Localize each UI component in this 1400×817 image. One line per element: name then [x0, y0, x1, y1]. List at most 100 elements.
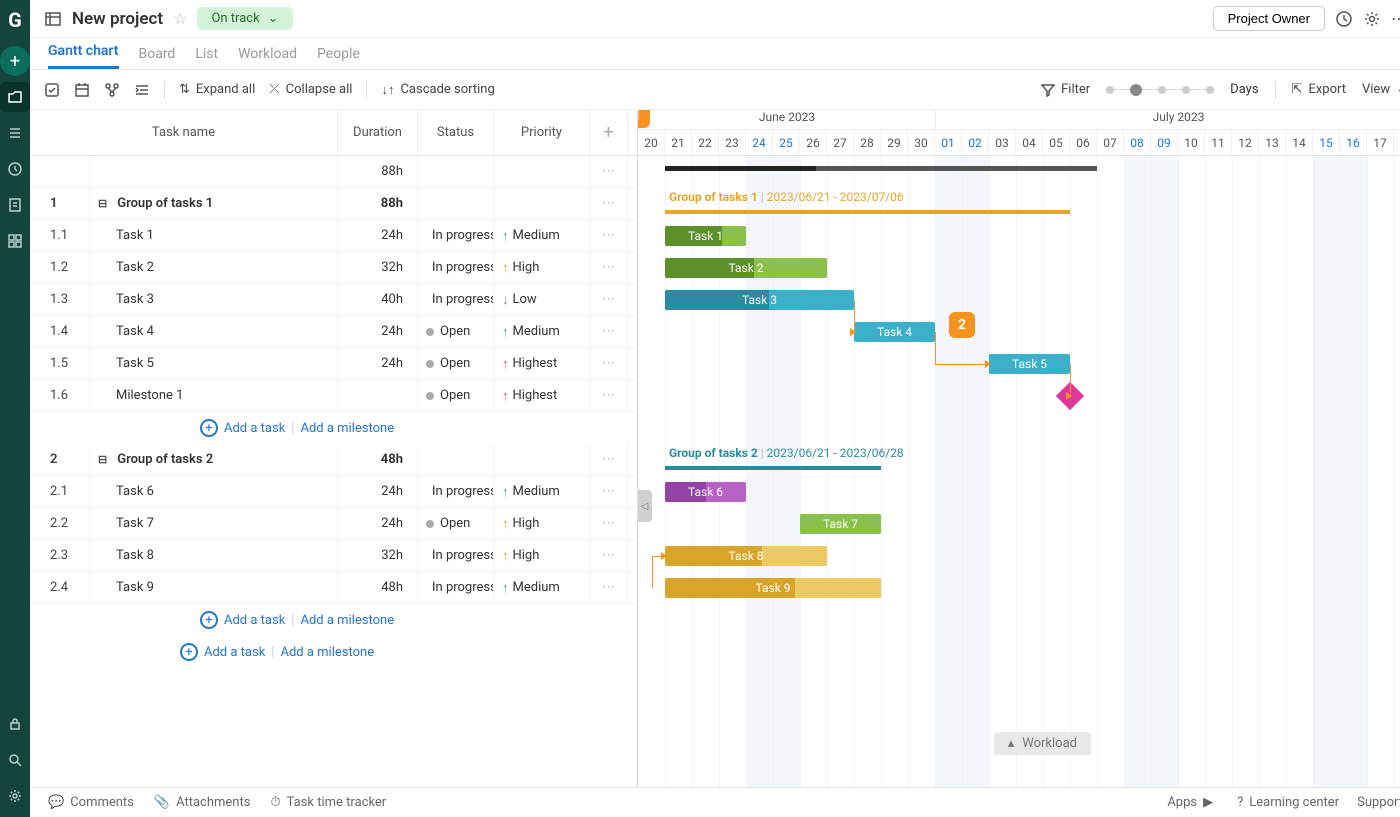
add-column-button[interactable]: + — [590, 110, 628, 155]
export-button[interactable]: ⇱Export — [1292, 82, 1346, 97]
history-icon[interactable] — [1335, 10, 1353, 28]
col-priority[interactable]: Priority — [494, 110, 590, 155]
group-bar[interactable] — [665, 466, 881, 470]
summary-bar[interactable] — [665, 166, 1097, 171]
table-row[interactable]: 2.1Task 624hIn progress↑Medium⋯ — [30, 476, 637, 508]
day-header-cell: 29 — [881, 130, 908, 155]
row-menu-icon[interactable]: ⋯ — [590, 476, 628, 507]
table-row[interactable]: 2.2Task 724hOpen↑High⋯ — [30, 508, 637, 540]
task-bar[interactable]: Task 4 — [854, 322, 935, 342]
apps-link[interactable]: Apps ▶ — [1167, 795, 1219, 810]
tab-gantt-chart[interactable]: Gantt chart — [48, 43, 119, 69]
tab-list[interactable]: List — [195, 46, 218, 69]
row-menu-icon[interactable]: ⋯ — [590, 540, 628, 571]
star-icon[interactable]: ☆ — [173, 9, 187, 28]
add-button[interactable]: + — [0, 46, 30, 76]
table-row[interactable]: 1.1Task 124hIn progress↑Medium⋯ — [30, 220, 637, 252]
row-menu-icon[interactable]: ⋯ — [590, 284, 628, 315]
tab-people[interactable]: People — [317, 46, 360, 69]
lock-icon[interactable] — [0, 709, 30, 739]
time-tracker-button[interactable]: ⏱Task time tracker — [270, 795, 386, 810]
day-header-cell: 10 — [1178, 130, 1205, 155]
projects-icon[interactable] — [0, 82, 30, 112]
task-bar[interactable]: Task 8 — [665, 546, 827, 566]
collapse-all-button[interactable]: ⤫Collapse all — [269, 82, 352, 97]
task-bar[interactable]: Task 3 — [665, 290, 854, 310]
list-icon[interactable] — [0, 118, 30, 148]
add-milestone-link[interactable]: Add a milestone — [300, 613, 394, 628]
row-menu-icon[interactable]: ⋯ — [590, 188, 628, 219]
row-menu-icon[interactable]: ⋯ — [590, 252, 628, 283]
cascade-sorting-button[interactable]: ↓↑Cascade sorting — [381, 82, 494, 98]
view-dropdown[interactable]: View⌄ — [1362, 82, 1400, 97]
workload-toggle[interactable]: ▴ Workload — [994, 732, 1091, 755]
day-header-cell: 30 — [908, 130, 935, 155]
project-title[interactable]: New project — [72, 9, 163, 29]
col-taskname[interactable]: Task name — [30, 110, 338, 155]
report-icon[interactable] — [0, 190, 30, 220]
col-status[interactable]: Status — [418, 110, 494, 155]
support-link[interactable]: Support — [1357, 795, 1400, 810]
grid-icon[interactable] — [0, 226, 30, 256]
add-task-link[interactable]: Add a task — [204, 645, 265, 660]
row-menu-icon[interactable]: ⋯ — [590, 380, 628, 411]
more-icon[interactable]: ⋯ — [1391, 9, 1400, 28]
expand-all-button[interactable]: ⇅Expand all — [179, 82, 255, 97]
table-row[interactable]: 1.3Task 340hIn progress↓Low⋯ — [30, 284, 637, 316]
zoom-slider[interactable] — [1106, 84, 1214, 96]
table-row[interactable]: 2⊟Group of tasks 248h⋯ — [30, 444, 637, 476]
learning-center-link[interactable]: ?Learning center — [1237, 795, 1339, 810]
task-bar[interactable]: Task 7 — [800, 514, 881, 534]
filter-button[interactable]: Filter — [1041, 82, 1090, 97]
task-bar[interactable]: Task 9 — [665, 578, 881, 598]
add-task-link[interactable]: Add a task — [224, 421, 285, 436]
row-menu-icon[interactable]: ⋯ — [590, 156, 628, 187]
tab-workload[interactable]: Workload — [238, 46, 297, 69]
day-header-cell: 17 — [1367, 130, 1394, 155]
calendar-icon[interactable] — [74, 82, 90, 98]
project-owner-button[interactable]: Project Owner — [1213, 6, 1325, 31]
table-row[interactable]: 1.2Task 232hIn progress↑High⋯ — [30, 252, 637, 284]
row-menu-icon[interactable]: ⋯ — [590, 508, 628, 539]
indent-icon[interactable] — [134, 82, 150, 98]
row-menu-icon[interactable]: ⋯ — [590, 444, 628, 475]
table-row[interactable]: 1.5Task 524hOpen↑Highest⋯ — [30, 348, 637, 380]
search-icon[interactable] — [0, 745, 30, 775]
hierarchy-icon[interactable] — [104, 82, 120, 98]
table-row[interactable]: 88h⋯ — [30, 156, 637, 188]
add-milestone-link[interactable]: Add a milestone — [300, 421, 394, 436]
table-row[interactable]: 1⊟Group of tasks 188h⋯ — [30, 188, 637, 220]
attachments-button[interactable]: 📎Attachments — [154, 795, 251, 810]
status-dropdown[interactable]: On track⌄ — [197, 7, 292, 30]
settings-icon[interactable] — [0, 781, 30, 811]
footer: 💬Comments 📎Attachments ⏱Task time tracke… — [30, 787, 1400, 817]
comments-button[interactable]: 💬Comments — [48, 795, 134, 810]
gear-icon[interactable] — [1363, 10, 1381, 28]
task-bar[interactable]: Task 5 — [989, 354, 1070, 374]
row-menu-icon[interactable]: ⋯ — [590, 348, 628, 379]
plus-icon[interactable]: + — [180, 643, 198, 661]
table-row[interactable]: 2.4Task 948hIn progress↑Medium⋯ — [30, 572, 637, 604]
table-row[interactable]: 2.3Task 832hIn progress↑High⋯ — [30, 540, 637, 572]
table-row[interactable]: 1.4Task 424hOpen↑Medium⋯ — [30, 316, 637, 348]
collapse-toggle-icon[interactable]: ⊟ — [98, 197, 107, 210]
clock-icon[interactable] — [0, 154, 30, 184]
table-row[interactable]: 1.6Milestone 1Open↑Highest⋯ — [30, 380, 637, 412]
group-bar[interactable] — [665, 210, 1070, 214]
task-bar[interactable]: Task 6 — [665, 482, 746, 502]
add-task-link[interactable]: Add a task — [224, 613, 285, 628]
add-milestone-link[interactable]: Add a milestone — [280, 645, 374, 660]
task-bar[interactable]: Task 1 — [665, 226, 746, 246]
task-bar[interactable]: Task 2 — [665, 258, 827, 278]
col-duration[interactable]: Duration — [338, 110, 418, 155]
select-icon[interactable] — [44, 82, 60, 98]
row-menu-icon[interactable]: ⋯ — [590, 316, 628, 347]
collapse-toggle-icon[interactable]: ⊟ — [98, 453, 107, 466]
row-menu-icon[interactable]: ⋯ — [590, 220, 628, 251]
plus-icon[interactable]: + — [200, 419, 218, 437]
plus-icon[interactable]: + — [200, 611, 218, 629]
panel-collapse-handle[interactable]: ◁ — [638, 490, 652, 522]
tab-board[interactable]: Board — [139, 46, 176, 69]
gantt-chart[interactable]: 1 June 2023July 2023 2021222324252627282… — [638, 110, 1400, 787]
row-menu-icon[interactable]: ⋯ — [590, 572, 628, 603]
